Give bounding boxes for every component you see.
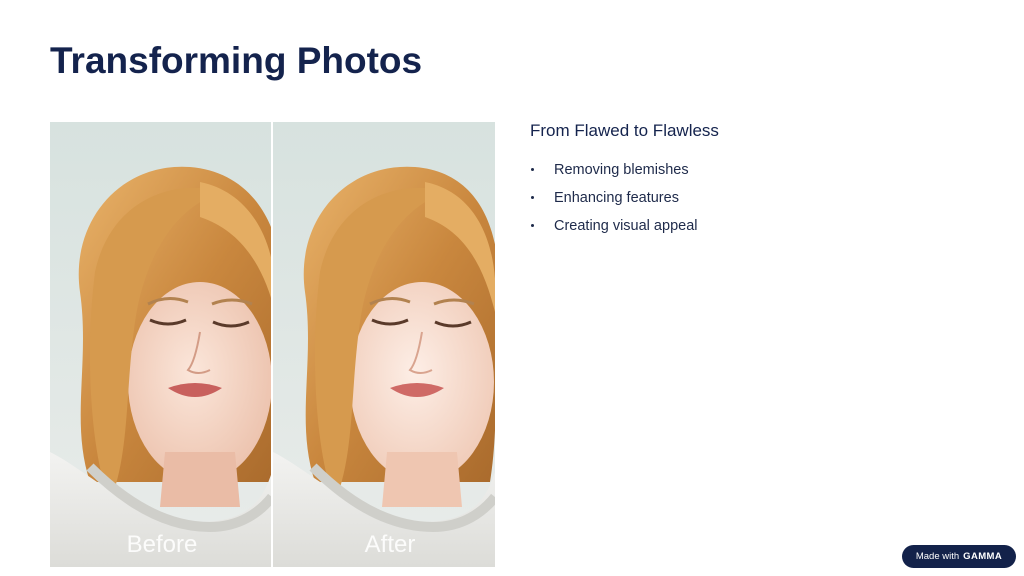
bullet-dot-icon: [531, 168, 534, 171]
after-label: After: [365, 531, 416, 558]
bullet-dot-icon: [531, 196, 534, 199]
bullet-dot-icon: [531, 224, 534, 227]
bullet-item: Creating visual appeal: [530, 215, 697, 243]
bullet-list: Removing blemishes Enhancing features Cr…: [530, 159, 697, 243]
badge-prefix: Made with: [915, 551, 960, 562]
bullet-text: Enhancing features: [554, 190, 679, 206]
bullet-item: Enhancing features: [530, 187, 697, 215]
after-portrait: After: [273, 122, 495, 567]
made-with-gamma-badge[interactable]: Made with GAMMA: [902, 545, 1016, 568]
image-divider: [271, 122, 273, 567]
before-portrait: Before: [50, 122, 282, 567]
bullet-item: Removing blemishes: [530, 159, 697, 187]
slide-title: Transforming Photos: [50, 40, 423, 81]
slide: Transforming Photos Before After From Fl…: [0, 0, 1024, 576]
gamma-logo: GAMMA: [963, 551, 1003, 562]
before-label: Before: [127, 531, 198, 558]
section-heading: From Flawed to Flawless: [530, 121, 719, 140]
bullet-text: Removing blemishes: [554, 162, 689, 178]
bullet-text: Creating visual appeal: [554, 218, 698, 234]
before-after-image: Before After: [50, 122, 495, 567]
